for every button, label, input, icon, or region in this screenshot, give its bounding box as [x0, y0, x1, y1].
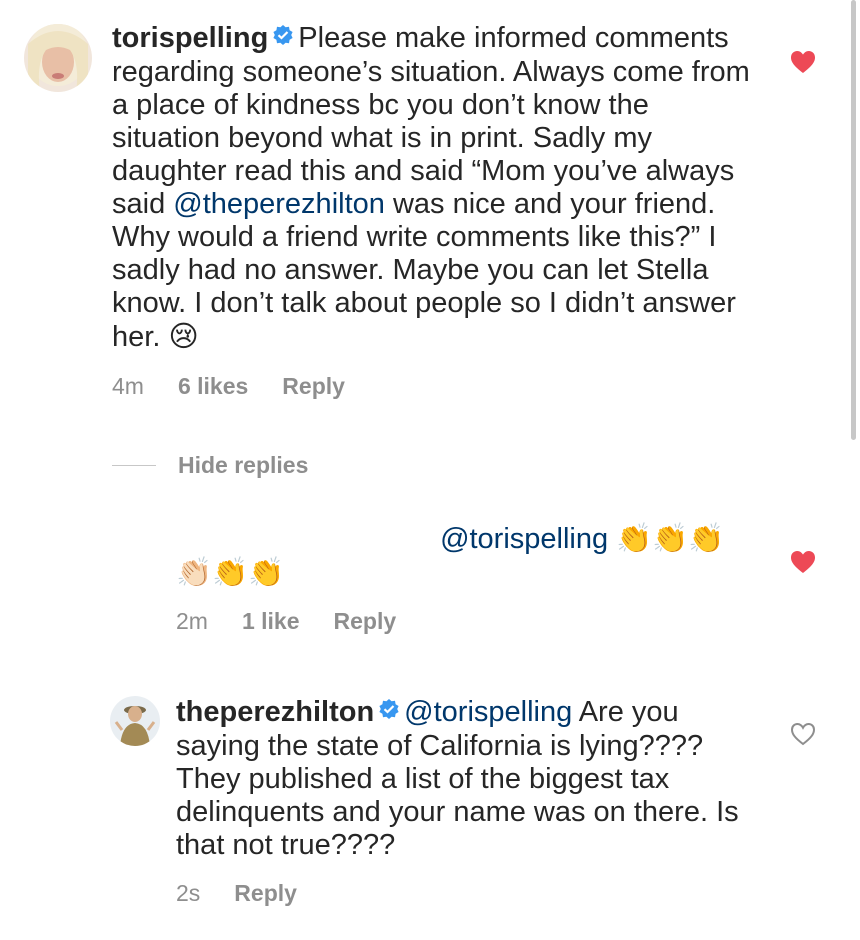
verified-badge-icon — [378, 695, 400, 728]
avatar[interactable] — [24, 24, 92, 92]
crying-face-emoji: 😢 — [168, 318, 199, 353]
mention-link[interactable]: @theperezhilton — [173, 188, 385, 220]
reply-button[interactable]: Reply — [234, 880, 297, 906]
verified-badge-icon — [272, 21, 294, 54]
reply-body: theperezhilton @torispelling Are you sayi… — [176, 696, 766, 862]
timestamp: 2m — [176, 608, 208, 634]
mention-link[interactable]: @torispelling — [404, 696, 572, 728]
timestamp: 4m — [112, 373, 144, 399]
mention-link[interactable]: @torispelling — [440, 523, 608, 555]
like-heart-icon[interactable] — [790, 550, 816, 579]
reply-button[interactable]: Reply — [334, 608, 397, 634]
comment-body: torispelling Please make informed comment… — [112, 22, 752, 354]
like-heart-outline-icon[interactable] — [790, 722, 816, 751]
like-heart-icon[interactable] — [790, 50, 816, 79]
comment-username[interactable]: torispelling — [112, 22, 268, 54]
divider-line — [112, 464, 156, 466]
likes-count[interactable]: 6 likes — [178, 373, 248, 399]
clapping-hands-emoji: 👏🏻👏👏 — [176, 555, 285, 589]
reply-username[interactable]: theperezhilton — [176, 696, 374, 728]
reply-username[interactable] — [176, 523, 186, 555]
reply-meta: 2m 1 like Reply — [176, 608, 430, 635]
likes-count[interactable]: 1 like — [242, 608, 300, 634]
timestamp: 2s — [176, 880, 201, 906]
scrollbar[interactable] — [851, 0, 856, 440]
avatar[interactable] — [110, 696, 160, 746]
comment-meta: 4m 6 likes Reply — [112, 373, 379, 400]
clapping-hands-emoji: 👏👏👏 — [616, 521, 725, 555]
hide-replies-label: Hide replies — [178, 451, 309, 478]
reply-button[interactable]: Reply — [282, 373, 345, 399]
avatar[interactable] — [112, 525, 164, 577]
reply-meta: 2s Reply — [176, 880, 331, 907]
hide-replies-button[interactable]: Hide replies — [112, 450, 308, 480]
reply-body: @torispelling 👏👏👏 👏🏻👏👏 — [176, 522, 776, 590]
